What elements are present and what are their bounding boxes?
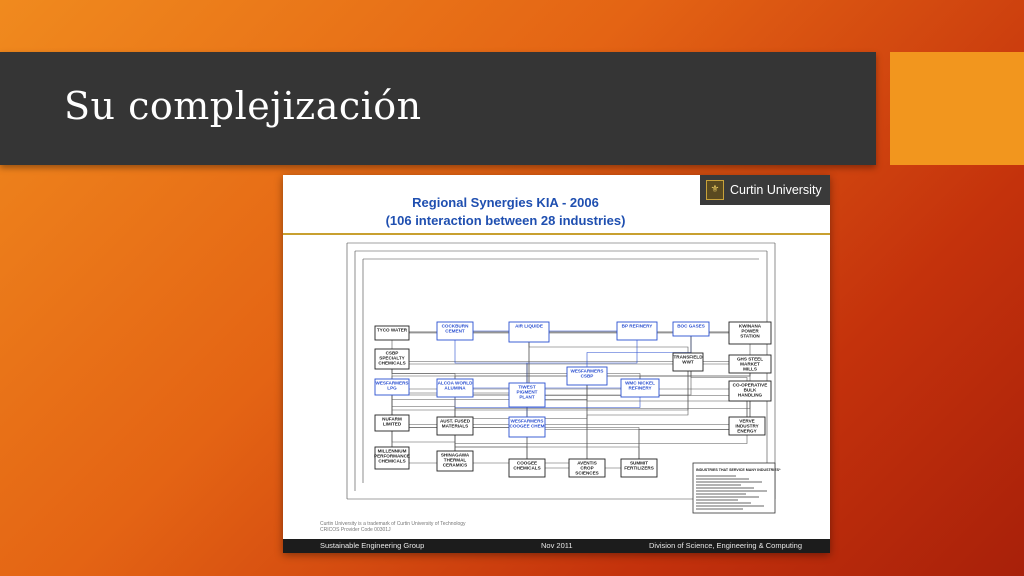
- node-label: LPG: [387, 386, 397, 391]
- node-aventis: AVENTISCROPSCIENCES: [568, 458, 606, 478]
- node-wes-lpg: WESFARMERSLPG: [374, 378, 410, 396]
- node-label: FERTILIZERS: [624, 466, 654, 471]
- wire-40: [586, 376, 748, 426]
- wire-26: [454, 426, 640, 468]
- node-wes-csbp: WESFARMERSCSBP: [566, 366, 608, 386]
- node-transfield: TRANSFIELDWWT: [672, 352, 704, 372]
- wire-27: [454, 391, 751, 426]
- logo-text: Curtin University: [730, 183, 822, 197]
- node-label: MILLS: [743, 367, 757, 372]
- wire-13: [391, 376, 588, 423]
- footer-mid: Nov 2011: [541, 541, 573, 550]
- node-label: PLANT: [519, 395, 535, 400]
- node-label: TYCO WATER: [377, 328, 408, 333]
- node-label: HANDLING: [738, 393, 763, 398]
- industries-box-label: INDUSTRIES THAT SERVICE MANY INDUSTRIES*: [696, 468, 781, 472]
- node-bp: BP REFINERY: [616, 321, 658, 341]
- node-ghs: GHS STEELMARKETMILLS: [728, 354, 772, 374]
- node-label: AIR LIQUIDE: [515, 324, 543, 329]
- synergy-diagram: TYCO WATER CSBPSPECIALTYCHEMICALS WESFARME…: [346, 242, 781, 514]
- node-bhp: SHINAGAWATHERMALCERAMICS: [436, 450, 474, 472]
- wire-30: [454, 426, 748, 461]
- slide-title: Su complejización: [64, 84, 422, 128]
- crest-icon: ⚜: [706, 180, 724, 200]
- figure-title: Regional Synergies KIA - 2006: [412, 195, 599, 210]
- node-alcoa: ALCOA WORLDALUMINA: [436, 378, 474, 398]
- figure-footer: Sustainable Engineering Group Nov 2011 D…: [283, 539, 830, 553]
- node-tiwest: TIWESTPIGMENTPLANT: [508, 382, 546, 408]
- node-label: CHEMICALS: [378, 361, 405, 366]
- footer-left: Sustainable Engineering Group: [320, 541, 425, 550]
- node-label: REFINERY: [628, 386, 651, 391]
- footnote: Curtin University is a trademark of Curt…: [320, 521, 466, 533]
- node-kwinana: KWINANAPOWERSTATION: [728, 321, 772, 345]
- node-label: CSBP: [581, 374, 594, 379]
- node-wmc: WMC NICKELREFINERY: [620, 378, 660, 398]
- title-rule: [283, 233, 830, 235]
- node-aust-fused: AUST. FUSEDMATERIALS: [436, 416, 474, 436]
- node-label: STATION: [740, 334, 760, 339]
- node-coop: CO-OPERATIVEBULKHANDLING: [728, 380, 772, 402]
- accent-box: [890, 52, 1024, 165]
- node-millennium: MILLENNIUMPERFORMANCECHEMICALS: [374, 446, 410, 470]
- node-airliquide: AIR LIQUIDE: [508, 321, 550, 343]
- footer-right: Division of Science, Engineering & Compu…: [649, 541, 802, 550]
- synergy-figure: Regional Synergies KIA - 2006 (106 inter…: [283, 175, 830, 553]
- curtin-logo: ⚜ Curtin University: [700, 175, 830, 205]
- node-label: CHEMICALS: [513, 466, 540, 471]
- node-label: SCIENCES: [575, 471, 599, 476]
- node-label: ENERGY: [737, 429, 756, 434]
- node-label: CEMENT: [445, 329, 465, 334]
- wire-32: [528, 332, 689, 362]
- node-label: MATERIALS: [442, 424, 468, 429]
- node-wes-cogen: WESFARMERSCOOGEE CHEM: [508, 416, 546, 438]
- node-tyco: TYCO WATER: [374, 325, 410, 341]
- node-summit: SUMMITFERTILIZERS: [620, 458, 658, 478]
- node-label: ALUMINA: [444, 386, 466, 391]
- node-csbp: CSBPSPECIALTYCHEMICALS: [374, 348, 410, 370]
- node-label: CHEMICALS: [378, 459, 405, 464]
- node-boc: BOC GASES: [672, 321, 710, 337]
- wire-17: [391, 458, 588, 468]
- node-label: COOGEE CHEM: [510, 424, 545, 429]
- node-nufarm: NUFARMLIMITED: [374, 414, 410, 432]
- node-verve: VERVEINDUSTRYENERGY: [728, 416, 766, 436]
- node-coogee: COOGEECHEMICALS: [508, 458, 546, 478]
- node-label: CERAMICS: [443, 463, 468, 468]
- figure-subtitle: (106 interaction between 28 industries): [385, 213, 626, 228]
- node-label: WWT: [682, 360, 694, 365]
- footnote-line-2: CRICOS Provider Code 00301J: [320, 527, 391, 533]
- node-label: LIMITED: [383, 422, 402, 427]
- node-label: BP REFINERY: [622, 324, 653, 329]
- node-label: BOC GASES: [677, 324, 705, 329]
- node-cockburn: COCKBURNCEMENT: [436, 321, 474, 341]
